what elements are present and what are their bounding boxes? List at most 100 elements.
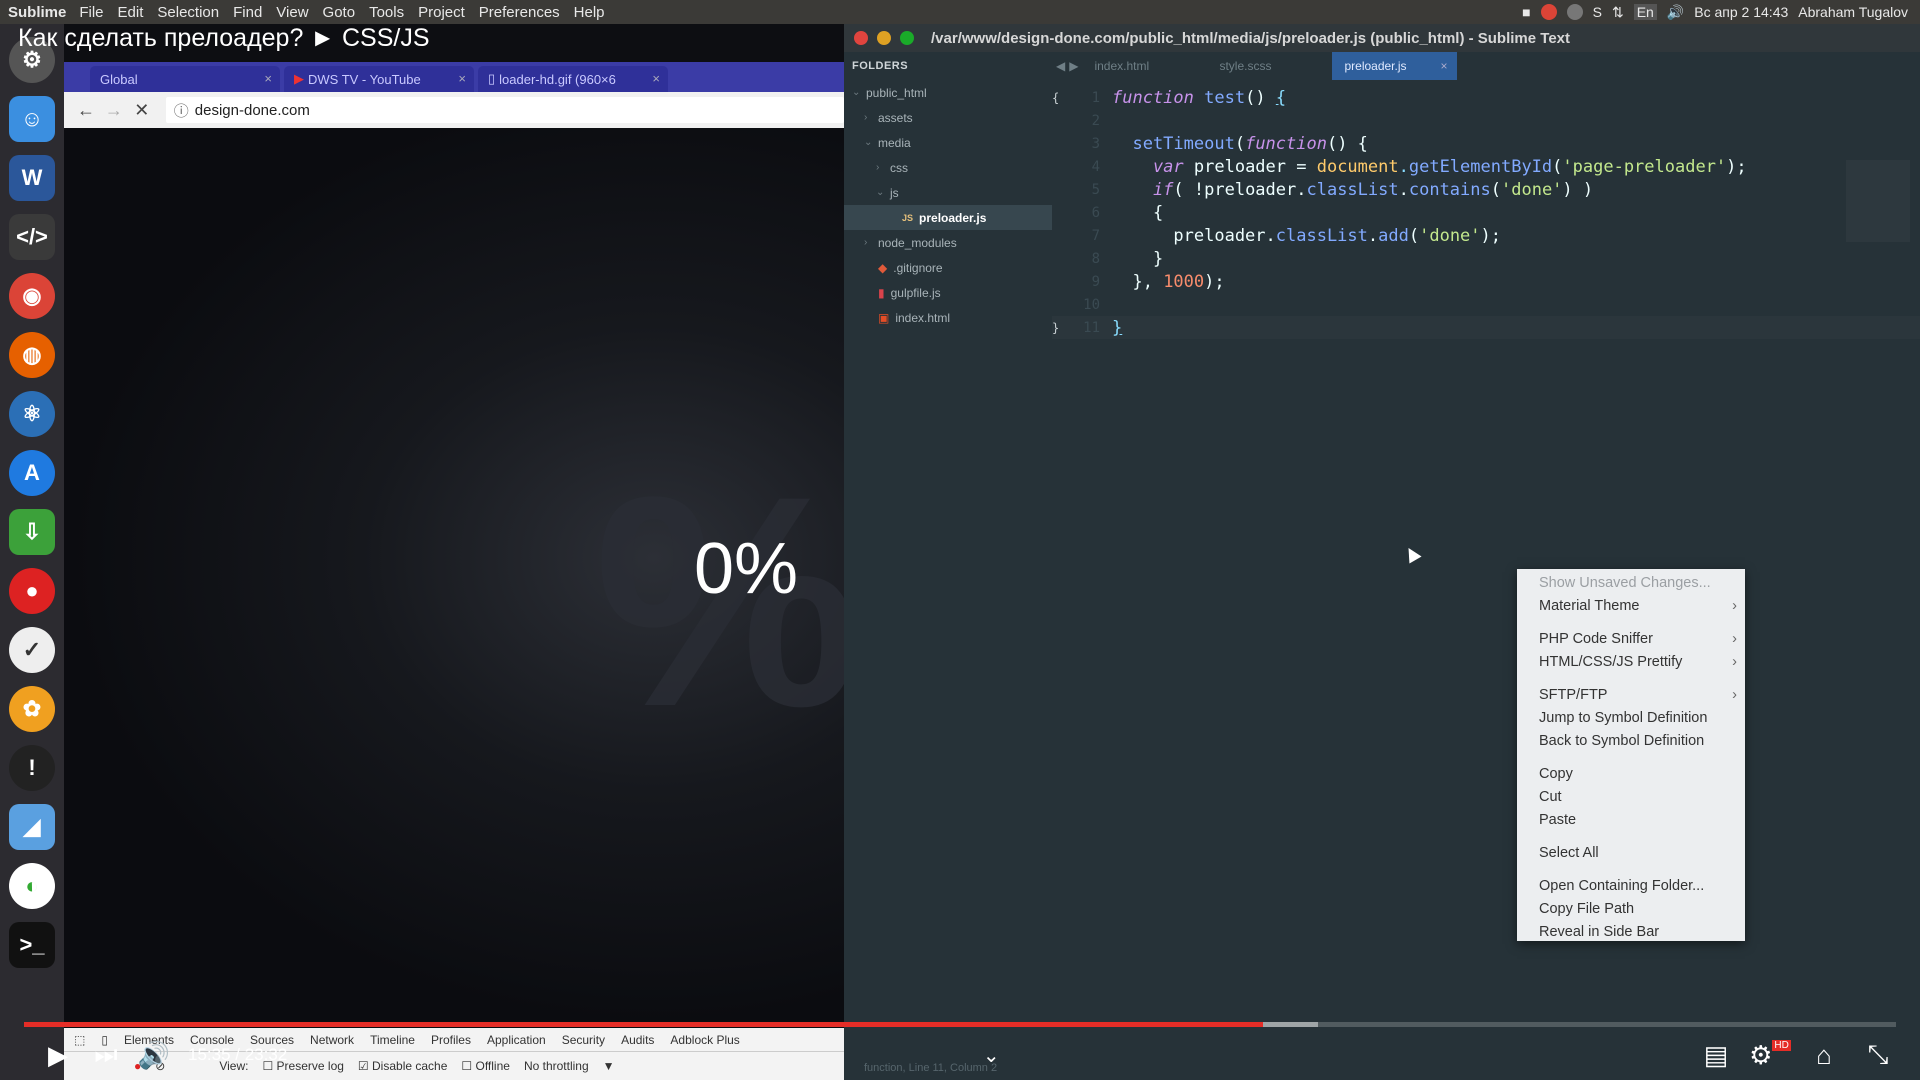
menu-edit[interactable]: Edit bbox=[111, 4, 151, 21]
tree-item-css[interactable]: › css bbox=[844, 155, 1052, 180]
photos-icon[interactable]: ✿ bbox=[9, 686, 55, 732]
chrome-icon[interactable] bbox=[1540, 4, 1557, 20]
menu-file[interactable]: File bbox=[72, 4, 110, 21]
clock-app-icon[interactable]: ✓ bbox=[9, 627, 55, 673]
firefox-icon[interactable]: ◍ bbox=[9, 332, 55, 378]
menu-item-label: Show Unsaved Changes... bbox=[1539, 574, 1711, 591]
atom-icon[interactable]: ⚛ bbox=[9, 391, 55, 437]
app-name[interactable]: Sublime bbox=[0, 4, 72, 21]
tree-item-index-html[interactable]: ▣ index.html bbox=[844, 305, 1052, 330]
close-icon[interactable]: × bbox=[458, 71, 466, 86]
tree-item-gulpfile[interactable]: ▮ gulpfile.js bbox=[844, 280, 1052, 305]
menu-goto[interactable]: Goto bbox=[316, 4, 363, 21]
menu-item-back-to-symbol[interactable]: Back to Symbol Definition bbox=[1517, 729, 1745, 752]
url-input[interactable]: ⓘ design-done.com bbox=[165, 97, 844, 123]
menu-item-label: Reveal in Side Bar bbox=[1539, 923, 1660, 940]
minimize-window-icon[interactable] bbox=[877, 31, 891, 45]
close-icon[interactable]: × bbox=[652, 71, 660, 86]
fold-icon[interactable]: { bbox=[1052, 91, 1062, 105]
exit-fullscreen-icon[interactable]: ⤡ bbox=[1854, 1039, 1902, 1071]
cast-icon[interactable]: ⌂ bbox=[1800, 1040, 1848, 1071]
menu-tools[interactable]: Tools bbox=[362, 4, 411, 21]
menu-item-label: Copy bbox=[1539, 765, 1573, 782]
menu-find[interactable]: Find bbox=[226, 4, 269, 21]
camera-icon[interactable]: ■ bbox=[1522, 4, 1530, 20]
window-title: /var/www/design-done.com/public_html/med… bbox=[931, 29, 1571, 47]
close-icon[interactable]: × bbox=[264, 71, 272, 86]
skype-icon[interactable]: S bbox=[1593, 4, 1602, 20]
browser-tab-global[interactable]: Global × bbox=[90, 66, 280, 92]
menu-project[interactable]: Project bbox=[411, 4, 472, 21]
chrome-launcher-icon[interactable]: ◉ bbox=[9, 273, 55, 319]
menu-item-material-theme[interactable]: Material Theme › bbox=[1517, 594, 1745, 617]
next-icon[interactable]: ⏭ bbox=[82, 1039, 130, 1071]
tree-item-js[interactable]: ⌄ js bbox=[844, 180, 1052, 205]
code-editor[interactable]: {1 function test() { 2 3 setTimeout(funct… bbox=[1052, 80, 1920, 1056]
close-icon[interactable]: × bbox=[1440, 59, 1447, 73]
tree-item-node-modules[interactable]: › node_modules bbox=[844, 230, 1052, 255]
menu-item-select-all[interactable]: Select All bbox=[1517, 841, 1745, 864]
menu-item-show-unsaved[interactable]: Show Unsaved Changes... bbox=[1517, 571, 1745, 594]
menu-item-reveal-in-sidebar[interactable]: Reveal in Side Bar bbox=[1517, 920, 1745, 943]
tab-prev-icon[interactable]: ◀ bbox=[1056, 59, 1065, 73]
app-store-icon[interactable]: A bbox=[9, 450, 55, 496]
forward-arrow-icon[interactable]: → bbox=[100, 100, 128, 121]
tree-item-media[interactable]: ⌄ media bbox=[844, 130, 1052, 155]
stop-icon[interactable]: ✕ bbox=[128, 100, 156, 121]
fold-icon[interactable]: } bbox=[1052, 321, 1062, 335]
editor-tab-style-scss[interactable]: style.scss bbox=[1207, 52, 1332, 80]
keyboard-language[interactable]: En bbox=[1633, 4, 1657, 20]
code-editor-icon[interactable]: </> bbox=[9, 214, 55, 260]
menu-selection[interactable]: Selection bbox=[150, 4, 226, 21]
close-window-icon[interactable] bbox=[854, 31, 868, 45]
minimap[interactable] bbox=[1846, 160, 1910, 242]
tree-item-public-html[interactable]: ⌄ public_html bbox=[844, 80, 1052, 105]
code-line: 8 } bbox=[1052, 247, 1920, 270]
menu-item-prettify[interactable]: HTML/CSS/JS Prettify › bbox=[1517, 650, 1745, 673]
menu-item-open-containing-folder[interactable]: Open Containing Folder... bbox=[1517, 874, 1745, 897]
tree-item-preloader-js[interactable]: JS preloader.js bbox=[844, 205, 1052, 230]
menu-preferences[interactable]: Preferences bbox=[472, 4, 567, 21]
menu-item-jump-to-symbol[interactable]: Jump to Symbol Definition bbox=[1517, 706, 1745, 729]
chevron-down-icon[interactable]: ⌄ bbox=[967, 1043, 1015, 1068]
video-progress-bar[interactable] bbox=[24, 1022, 1896, 1027]
line-number: 6 bbox=[1091, 204, 1100, 221]
menu-item-cut[interactable]: Cut bbox=[1517, 785, 1745, 808]
clock[interactable]: Вс апр 2 14:43 bbox=[1694, 4, 1788, 20]
download-icon[interactable]: ⇩ bbox=[9, 509, 55, 555]
volume-icon[interactable]: 🔊 bbox=[130, 1040, 178, 1071]
menu-item-paste[interactable]: Paste bbox=[1517, 808, 1745, 831]
user-name[interactable]: Abraham Tugalov bbox=[1798, 4, 1908, 20]
badge-icon[interactable] bbox=[1566, 4, 1583, 20]
browser-tab-loader[interactable]: ▯ loader-hd.gif (960×6 × bbox=[478, 66, 668, 92]
browser-tab-strip: Global × ▶ DWS TV - YouTube × ▯ loader-hd.gi… bbox=[64, 62, 844, 92]
editor-tab-index-html[interactable]: index.html bbox=[1082, 52, 1207, 80]
browser-tab-youtube[interactable]: ▶ DWS TV - YouTube × bbox=[284, 66, 474, 92]
maximize-window-icon[interactable] bbox=[900, 31, 914, 45]
menu-item-label: Back to Symbol Definition bbox=[1539, 732, 1705, 749]
compass-icon[interactable]: ! bbox=[9, 745, 55, 791]
info-icon[interactable]: ⓘ bbox=[174, 100, 189, 121]
menu-help[interactable]: Help bbox=[567, 4, 612, 21]
menu-item-copy-file-path[interactable]: Copy File Path bbox=[1517, 897, 1745, 920]
record-icon[interactable]: ● bbox=[9, 568, 55, 614]
terminal-icon[interactable]: >_ bbox=[9, 922, 55, 968]
tree-item-assets[interactable]: › assets bbox=[844, 105, 1052, 130]
editor-tab-preloader-js[interactable]: preloader.js × bbox=[1332, 52, 1458, 80]
word-icon[interactable]: W bbox=[9, 155, 55, 201]
tree-item-gitignore[interactable]: ◆ .gitignore bbox=[844, 255, 1052, 280]
subtitles-icon[interactable]: ▤ bbox=[1692, 1040, 1740, 1071]
volume-icon[interactable]: 🔊 bbox=[1667, 4, 1684, 21]
paper-plane-icon[interactable]: ◢ bbox=[9, 804, 55, 850]
play-icon[interactable]: ▶ bbox=[34, 1040, 82, 1071]
menu-item-php-code-sniffer[interactable]: PHP Code Sniffer › bbox=[1517, 627, 1745, 650]
back-arrow-icon[interactable]: ← bbox=[72, 100, 100, 121]
network-icon[interactable]: ⇅ bbox=[1612, 4, 1624, 21]
finder-icon[interactable]: ☺ bbox=[9, 96, 55, 142]
lime-icon[interactable]: ◐ bbox=[9, 863, 55, 909]
tab-next-icon[interactable]: ▶ bbox=[1069, 59, 1078, 73]
menu-view[interactable]: View bbox=[269, 4, 315, 21]
menu-item-sftp[interactable]: SFTP/FTP › bbox=[1517, 683, 1745, 706]
settings-gear-icon[interactable]: ⚙ HD bbox=[1746, 1039, 1794, 1071]
menu-item-copy[interactable]: Copy bbox=[1517, 762, 1745, 785]
